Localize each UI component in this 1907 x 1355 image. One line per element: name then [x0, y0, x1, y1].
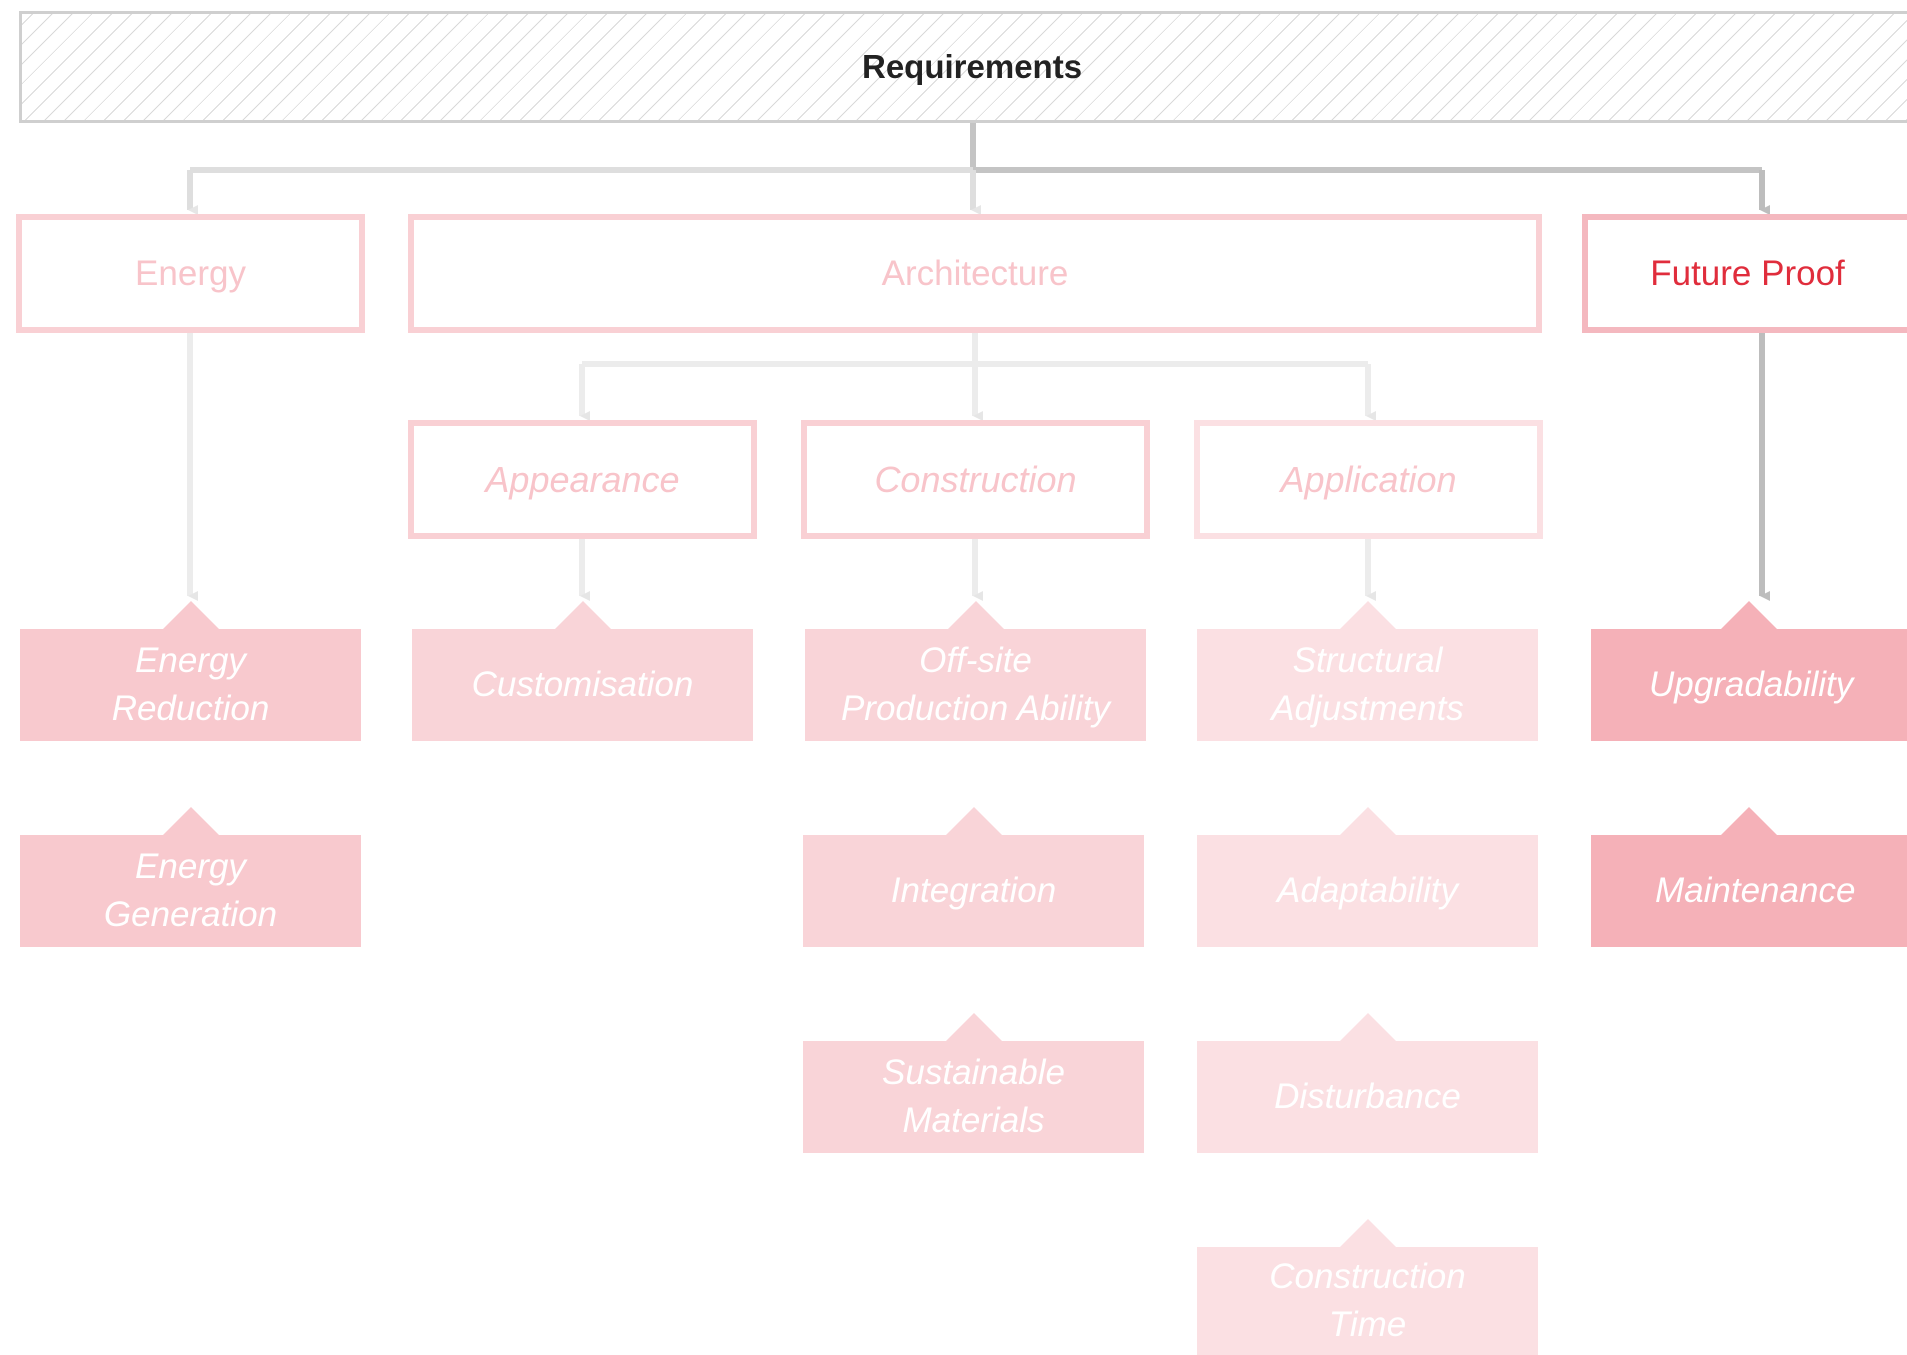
leaf-customisation-label: Customisation	[471, 665, 694, 704]
leaf-maintenance: Maintenance	[1591, 807, 1907, 947]
leaf-integration: Integration	[803, 807, 1144, 947]
leaf-energy-reduction: Energy Reduction	[20, 601, 361, 741]
category-energy: Energy	[16, 214, 365, 333]
leaf-maintenance-label: Maintenance	[1655, 871, 1856, 910]
leaf-structural-adjustments: Structural Adjustments	[1197, 601, 1538, 741]
leaf-energy-generation: Energy Generation	[20, 807, 361, 947]
leaf-offsite-production-ability: Off-site Production Ability	[805, 601, 1146, 741]
leaf-disturbance: Disturbance	[1197, 1013, 1538, 1153]
requirements-diagram: Requirements Energy Architecture Future …	[0, 0, 1907, 1355]
leaf-sustainable-materials: Sustainable Materials	[803, 1013, 1144, 1153]
subcategory-appearance-label: Appearance	[485, 458, 680, 500]
category-energy-label: Energy	[135, 253, 246, 293]
leaf-structural-adjustments-label: Structural Adjustments	[1271, 641, 1464, 728]
leaf-sustainable-materials-label: Sustainable Materials	[882, 1053, 1065, 1140]
subcategory-construction: Construction	[801, 420, 1150, 539]
requirements-title: Requirements	[862, 48, 1083, 85]
leaf-upgradability-label: Upgradability	[1649, 665, 1854, 704]
leaf-energy-generation-label: Energy Generation	[103, 847, 278, 934]
leaf-energy-reduction-label: Energy Reduction	[111, 641, 270, 728]
leaf-disturbance-label: Disturbance	[1274, 1077, 1461, 1116]
leaf-construction-time-label: Construction Time	[1269, 1257, 1466, 1344]
leaf-customisation: Customisation	[412, 601, 753, 741]
subcategory-application-label: Application	[1280, 458, 1457, 500]
leaf-adaptability: Adaptability	[1197, 807, 1538, 947]
category-architecture: Architecture	[408, 214, 1542, 333]
leaf-upgradability: Upgradability	[1591, 601, 1907, 741]
subcategory-appearance: Appearance	[408, 420, 757, 539]
leaf-construction-time: Construction Time	[1197, 1219, 1538, 1355]
category-future-proof-label: Future Proof	[1650, 253, 1845, 293]
category-future-proof: Future Proof	[1582, 214, 1907, 333]
leaf-adaptability-label: Adaptability	[1277, 871, 1458, 910]
subcategory-application: Application	[1194, 420, 1543, 539]
leaf-integration-label: Integration	[890, 871, 1057, 910]
subcategory-construction-label: Construction	[874, 458, 1077, 500]
category-architecture-label: Architecture	[881, 253, 1069, 293]
requirements-box: Requirements	[19, 11, 1907, 123]
leaf-offsite-production-ability-label: Off-site Production Ability	[840, 641, 1111, 728]
